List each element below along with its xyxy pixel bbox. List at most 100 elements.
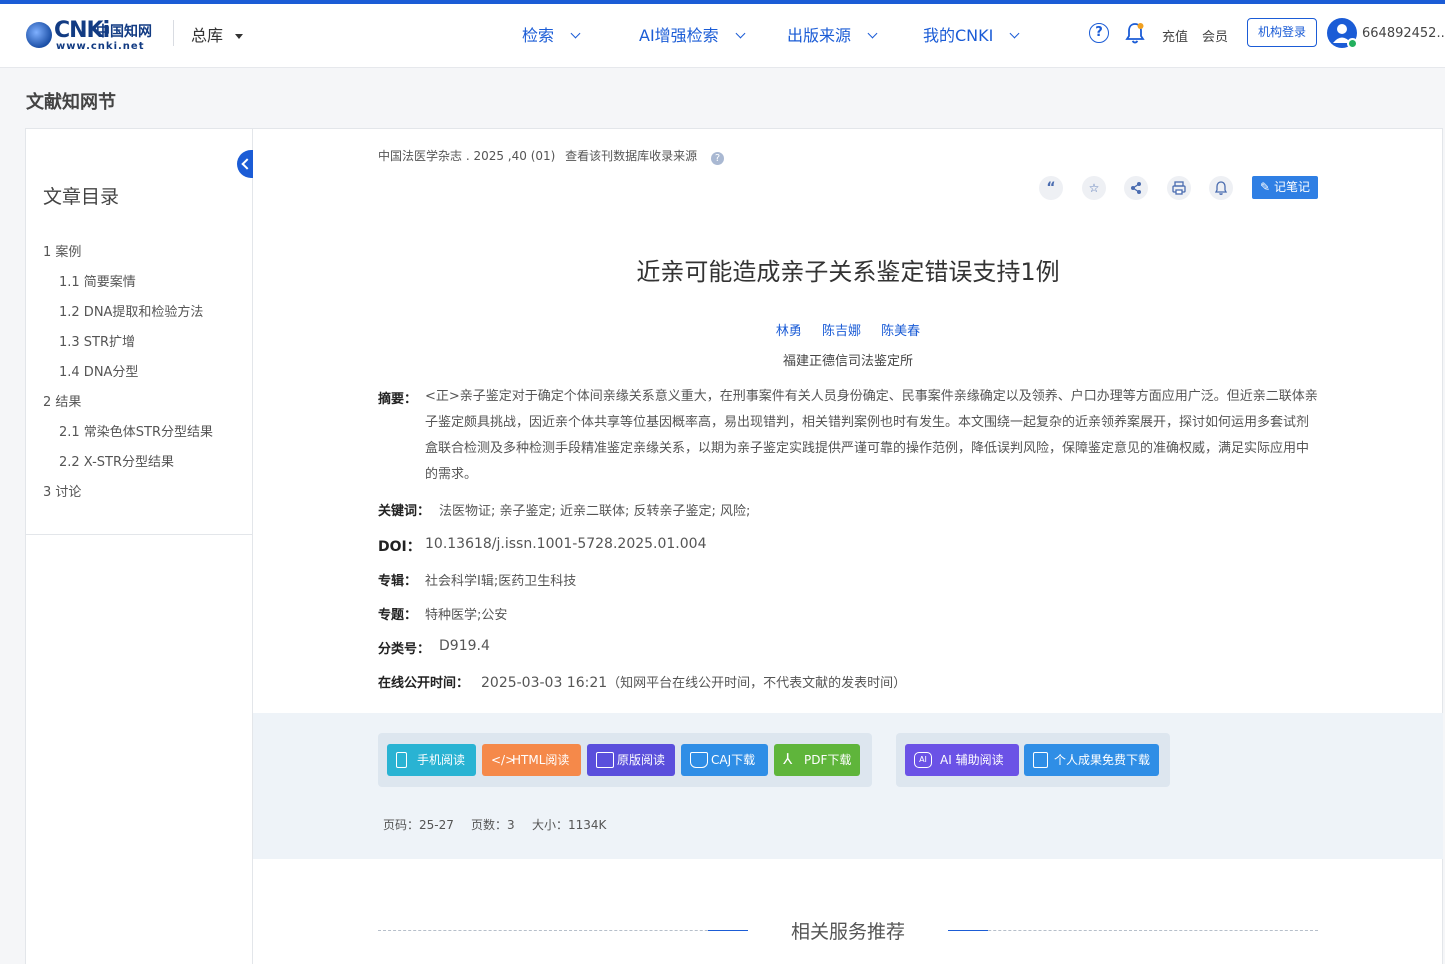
share-icon[interactable] [1124, 176, 1148, 200]
nav-ai-search-label: AI增强检索 [639, 26, 719, 45]
star-icon[interactable]: ☆ [1082, 176, 1106, 200]
page-title: 文献知网节 [26, 92, 116, 113]
username[interactable]: 664892452... [1362, 26, 1445, 41]
member-link[interactable]: 会员 [1202, 26, 1228, 45]
affiliation[interactable]: 福建正德信司法鉴定所 [253, 350, 1443, 369]
ai-assist-read-button[interactable]: AI AI 辅助阅读 [905, 744, 1019, 776]
chevron-down-icon [735, 28, 746, 39]
author-link[interactable]: 陈美春 [881, 324, 920, 339]
series-value: 社会科学Ⅰ辑;医药卫生科技 [425, 574, 577, 589]
toc-item[interactable]: 1.3 STR扩增 [59, 331, 135, 350]
classification-value: D919.4 [439, 638, 490, 654]
nav-my-cnki[interactable]: 我的CNKI [923, 22, 1020, 46]
sidebar-divider [26, 534, 252, 535]
keywords-list[interactable]: 法医物证; 亲子鉴定; 近亲二联体; 反转亲子鉴定; 风险; [439, 500, 750, 519]
original-read-button[interactable]: 原版阅读 [587, 744, 675, 776]
related-services-title: 相关服务推荐 [790, 921, 905, 943]
series-label: 专辑： [378, 574, 418, 589]
recharge-link[interactable]: 充值 [1162, 26, 1188, 45]
author-link[interactable]: 林勇 [776, 324, 802, 339]
institution-login-button[interactable]: 机构登录 [1247, 18, 1317, 47]
doi-label: DOI： [378, 539, 421, 555]
abstract-text: <正>亲子鉴定对于确定个体间亲缘关系意义重大，在刑事案件有关人员身份确定、民事案… [425, 389, 1318, 482]
question-icon[interactable]: ? [711, 152, 725, 165]
cnki-logo[interactable]: CNKi 中国知网 www.cnki.net [26, 18, 154, 54]
html-read-label: HTML阅读 [512, 753, 570, 767]
online-time-value: 2025-03-03 16:21（知网平台在线公开时间，不代表文献的发表时间） [481, 672, 906, 691]
toc-item[interactable]: 1 案例 [43, 241, 81, 260]
article-title: 近亲可能造成亲子关系鉴定错误支持1例 [636, 258, 1060, 286]
classification-label: 分类号： [378, 642, 431, 657]
print-glyph [1172, 181, 1186, 195]
pdf-download-label: PDF下载 [804, 753, 852, 767]
mobile-read-label: 手机阅读 [417, 753, 466, 767]
toc-item[interactable]: 2.2 X-STR分型结果 [59, 451, 174, 470]
database-select[interactable]: 总库 [191, 22, 244, 46]
chevron-down-icon [1009, 28, 1020, 39]
chevron-down-icon [867, 28, 878, 39]
online-status-dot [1347, 38, 1358, 49]
logo-chinese: 中国知网 [96, 24, 152, 40]
print-icon[interactable] [1167, 176, 1191, 200]
nav-search-label: 检索 [522, 26, 555, 45]
online-time-note: （知网平台在线公开时间，不代表文献的发表时间） [607, 676, 907, 691]
phone-icon [396, 752, 407, 768]
subscribe-bell-icon[interactable] [1209, 176, 1233, 200]
take-note-label: 记笔记 [1273, 180, 1310, 194]
open-book-icon [596, 752, 614, 768]
logo-url: www.cnki.net [56, 41, 145, 52]
caj-download-button[interactable]: CAJ下载 [681, 744, 768, 776]
toc-item[interactable]: 1.1 简要案情 [59, 271, 136, 290]
online-time: 2025-03-03 16:21 [481, 675, 608, 691]
toc-item[interactable]: 2.1 常染色体STR分型结果 [59, 421, 213, 440]
nav-my-cnki-label: 我的CNKI [923, 26, 994, 45]
pdf-download-button[interactable]: ⅄ PDF下载 [774, 744, 860, 776]
original-read-label: 原版阅读 [617, 753, 666, 767]
ai-assist-read-label: AI 辅助阅读 [940, 753, 1004, 767]
topic-label: 专题： [378, 608, 418, 623]
personal-download-button[interactable]: 个人成果免费下载 [1024, 744, 1159, 776]
toc-item[interactable]: 1.4 DNA分型 [59, 361, 138, 380]
page-count: 页数：3 [471, 818, 515, 832]
toc-item[interactable]: 2 结果 [43, 391, 81, 410]
doi-value: 10.13618/j.issn.1001-5728.2025.01.004 [425, 536, 707, 552]
help-icon[interactable]: ? [1089, 23, 1109, 43]
toc-item[interactable]: 1.2 DNA提取和检验方法 [59, 301, 203, 320]
personal-download-label: 个人成果免费下载 [1054, 753, 1151, 767]
ai-icon: AI [914, 752, 932, 768]
toc-item[interactable]: 3 讨论 [43, 481, 81, 500]
database-select-label: 总库 [191, 26, 224, 45]
bell-glyph [1214, 181, 1228, 195]
pencil-icon: ✎ [1260, 180, 1271, 194]
toc-title: 文章目录 [43, 186, 120, 208]
online-time-label: 在线公开时间： [378, 676, 470, 691]
nav-sources[interactable]: 出版来源 [787, 22, 878, 46]
mobile-read-button[interactable]: 手机阅读 [387, 744, 476, 776]
caret-down-icon [235, 34, 244, 39]
author-link[interactable]: 陈吉娜 [822, 324, 861, 339]
share-glyph [1131, 182, 1141, 194]
keywords-label: 关键词： [378, 504, 431, 519]
abstract-label: 摘要： [378, 392, 418, 407]
code-icon: </> [491, 753, 516, 767]
download-icon [1033, 752, 1048, 768]
database-source-link[interactable]: 查看该刊数据库收录来源 [565, 149, 697, 163]
globe-icon [26, 22, 52, 48]
take-note-button[interactable]: ✎ 记笔记 [1252, 176, 1318, 199]
notification-bell-icon[interactable] [1125, 22, 1145, 44]
caj-download-label: CAJ下载 [711, 753, 756, 767]
author-list: 林勇 陈吉娜 陈美春 [253, 320, 1443, 339]
quote-icon[interactable]: “ [1039, 176, 1063, 200]
html-read-button[interactable]: </> HTML阅读 [482, 744, 581, 776]
journal-source: 中国法医学杂志 . 2025 ,40 (01) 查看该刊数据库收录来源 ? [378, 147, 725, 165]
file-size: 大小：1134K [532, 818, 607, 832]
header-divider [173, 20, 174, 46]
nav-ai-search[interactable]: AI增强检索 [639, 22, 746, 46]
topic-value: 特种医学;公安 [425, 608, 508, 623]
nav-sources-label: 出版来源 [787, 26, 852, 45]
nav-search[interactable]: 检索 [522, 22, 581, 46]
chevron-down-icon [570, 28, 581, 39]
book-icon [690, 752, 708, 768]
page-range: 页码：25-27 [383, 818, 454, 832]
journal-source-text[interactable]: 中国法医学杂志 . 2025 ,40 (01) [378, 149, 555, 163]
